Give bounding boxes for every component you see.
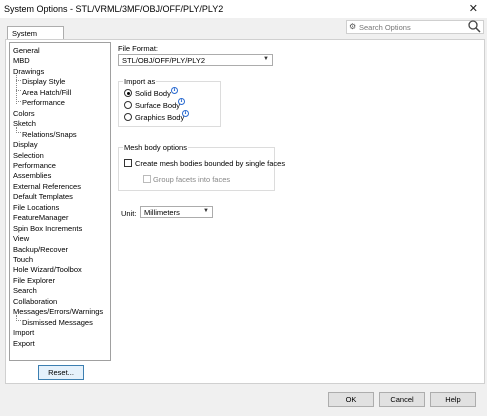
tree-item[interactable]: Hole Wizard/Toolbox [13, 265, 82, 274]
unit-select[interactable]: Millimeters ▼ [140, 206, 213, 218]
tree-connector [16, 90, 21, 91]
reset-button[interactable]: Reset... [38, 365, 84, 380]
tree-item[interactable]: Spin Box Increments [13, 224, 82, 233]
unit-label: Unit: [121, 209, 137, 218]
tab-system-options[interactable]: System Options [7, 26, 64, 47]
tree-item[interactable]: Colors [13, 109, 35, 118]
graphics-body-radio[interactable] [124, 113, 132, 121]
unit-value: Millimeters [144, 208, 180, 217]
graphics-body-label[interactable]: Graphics Body [135, 113, 184, 122]
mesh-options-title: Mesh body options [123, 143, 188, 152]
tree-item[interactable]: View [13, 234, 29, 243]
cancel-button[interactable]: Cancel [379, 392, 425, 407]
create-mesh-label[interactable]: Create mesh bodies bounded by single fac… [135, 159, 285, 168]
tree-item[interactable]: Assemblies [13, 171, 51, 180]
tree-item[interactable]: General [13, 46, 40, 55]
solid-body-radio[interactable] [124, 89, 132, 97]
tree-connector [16, 132, 21, 133]
chevron-down-icon: ▼ [263, 56, 269, 62]
solid-body-label[interactable]: Solid Body [135, 89, 171, 98]
tree-item[interactable]: Search [13, 286, 37, 295]
tree-item[interactable]: Selection [13, 151, 44, 160]
tree-item[interactable]: Import [13, 328, 34, 337]
gear-icon[interactable]: ⚙ [349, 22, 356, 31]
surface-body-label[interactable]: Surface Body [135, 101, 180, 110]
surface-body-radio[interactable] [124, 101, 132, 109]
tree-item[interactable]: Touch [13, 255, 33, 264]
tree-item[interactable]: External References [13, 182, 81, 191]
import-as-title: Import as [123, 77, 157, 86]
file-format-label: File Format: [118, 44, 159, 53]
search-placeholder: Search Options [359, 23, 411, 32]
tree-item[interactable]: Default Templates [13, 192, 73, 201]
tree-item[interactable]: Drawings [13, 67, 44, 76]
info-icon[interactable]: i [182, 110, 189, 117]
chevron-down-icon: ▼ [203, 208, 209, 214]
tree-item[interactable]: MBD [13, 56, 30, 65]
group-facets-label: Group facets into faces [153, 175, 231, 184]
search-box[interactable]: ⚙ Search Options [346, 20, 484, 34]
info-icon[interactable]: i [171, 87, 178, 94]
create-mesh-checkbox[interactable] [124, 159, 132, 167]
tree-item[interactable]: Performance [22, 98, 65, 107]
magnifier-icon[interactable] [467, 19, 481, 35]
tree-item[interactable]: FeatureManager [13, 213, 68, 222]
close-icon[interactable]: ✕ [469, 2, 478, 15]
tree-item[interactable]: Backup/Recover [13, 245, 68, 254]
tree-connector [16, 101, 21, 102]
tree-item[interactable]: Display Style [22, 77, 65, 86]
title-bar: System Options - STL/VRML/3MF/OBJ/OFF/PL… [0, 0, 487, 18]
tree-item[interactable]: File Locations [13, 203, 59, 212]
tree-connector [16, 80, 21, 81]
tree-item[interactable]: Performance [13, 161, 56, 170]
tree-item[interactable]: Export [13, 339, 35, 348]
tree-item[interactable]: Area Hatch/Fill [22, 88, 71, 97]
mesh-body-options-group: Mesh body options [118, 143, 275, 191]
ok-button[interactable]: OK [328, 392, 374, 407]
tree-item[interactable]: File Explorer [13, 276, 55, 285]
tree-item[interactable]: Relations/Snaps [22, 130, 77, 139]
file-format-select[interactable]: STL/OBJ/OFF/PLY/PLY2 ▼ [118, 54, 273, 66]
tree-connector [16, 320, 21, 321]
tree-item[interactable]: Sketch [13, 119, 36, 128]
file-format-value: STL/OBJ/OFF/PLY/PLY2 [122, 56, 206, 65]
help-button[interactable]: Help [430, 392, 476, 407]
info-icon[interactable]: i [178, 98, 185, 105]
tree-item[interactable]: Dismissed Messages [22, 318, 93, 327]
tree-item[interactable]: Messages/Errors/Warnings [13, 307, 103, 316]
group-facets-checkbox[interactable] [143, 175, 151, 183]
tree-item[interactable]: Collaboration [13, 297, 57, 306]
tree-item[interactable]: Display [13, 140, 38, 149]
options-tree[interactable]: General MBD Drawings Display Style Area Hatc… [9, 42, 111, 361]
window-title: System Options - STL/VRML/3MF/OBJ/OFF/PL… [4, 4, 224, 14]
